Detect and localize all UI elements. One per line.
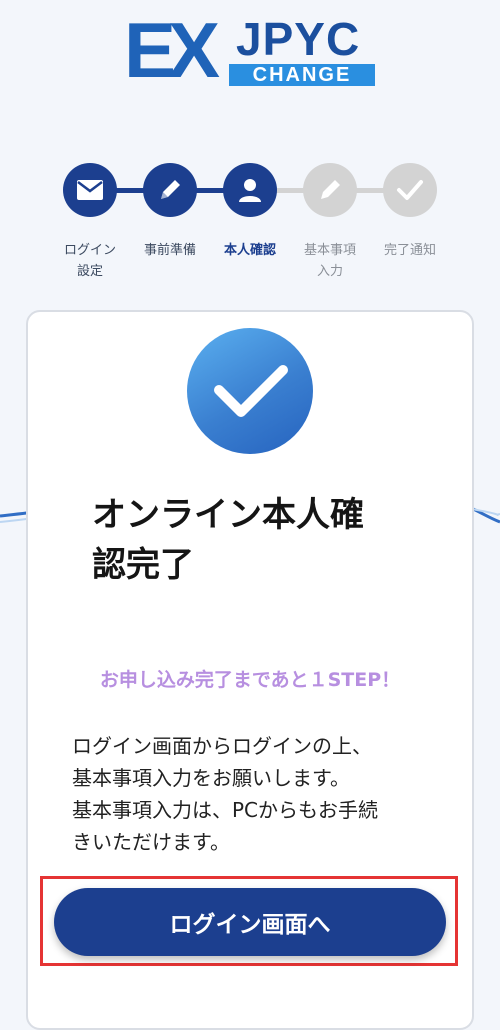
step-label-basic-info: 基本事項 入力	[295, 240, 365, 282]
instruction-text: ログイン画面からログインの上、 基本事項入力をお願いします。 基本事項入力は、P…	[72, 730, 442, 858]
step-label-preparation: 事前準備	[135, 240, 205, 261]
step-label-line: 入力	[316, 264, 343, 279]
mail-icon	[77, 180, 103, 200]
step-label-identity-verification: 本人確認	[215, 240, 285, 261]
check-icon	[397, 180, 423, 200]
step-login-setup	[63, 163, 117, 217]
pencil-icon	[161, 180, 180, 199]
verification-complete-badge	[187, 328, 313, 454]
remaining-step-notice: お申し込み完了まであと１STEP！	[99, 669, 401, 691]
step-identity-verification	[223, 163, 277, 217]
step-preparation	[143, 163, 197, 217]
go-to-login-button[interactable]: ログイン画面へ	[54, 888, 446, 956]
title-line: 認完了	[92, 545, 194, 585]
step-label-line: 基本事項	[303, 243, 356, 258]
logo-ex: EX	[124, 6, 220, 94]
person-icon	[239, 179, 261, 202]
step-label-login-setup: ログイン 設定	[55, 240, 125, 282]
instruction-line: きいただけます。	[72, 830, 230, 854]
logo-change: CHANGE	[229, 64, 375, 86]
step-label-complete: 完了通知	[375, 240, 445, 261]
step-basic-info	[303, 163, 357, 217]
check-icon	[214, 365, 288, 417]
exchange-logo: EX JPYC CHANGE	[124, 6, 376, 94]
step-label-line: 本人確認	[223, 243, 276, 258]
step-label-line: ログイン	[63, 243, 116, 258]
step-complete	[383, 163, 437, 217]
title-line: オンライン本人確	[92, 495, 364, 535]
step-label-line: 事前準備	[143, 243, 196, 258]
step-label-line: 完了通知	[383, 243, 436, 258]
instruction-line: ログイン画面からログインの上、	[72, 734, 372, 758]
pencil-icon	[321, 180, 340, 199]
instruction-line: 基本事項入力をお願いします。	[72, 766, 350, 790]
logo-jpyc: JPYC	[236, 13, 361, 65]
step-label-line: 設定	[76, 264, 103, 279]
page-title: オンライン本人確 認完了	[92, 490, 392, 590]
progress-stepper: ログイン 設定 事前準備 本人確認 基本事項 入力 完了通知	[0, 160, 500, 290]
instruction-line: 基本事項入力は、PCからもお手続	[72, 798, 379, 822]
